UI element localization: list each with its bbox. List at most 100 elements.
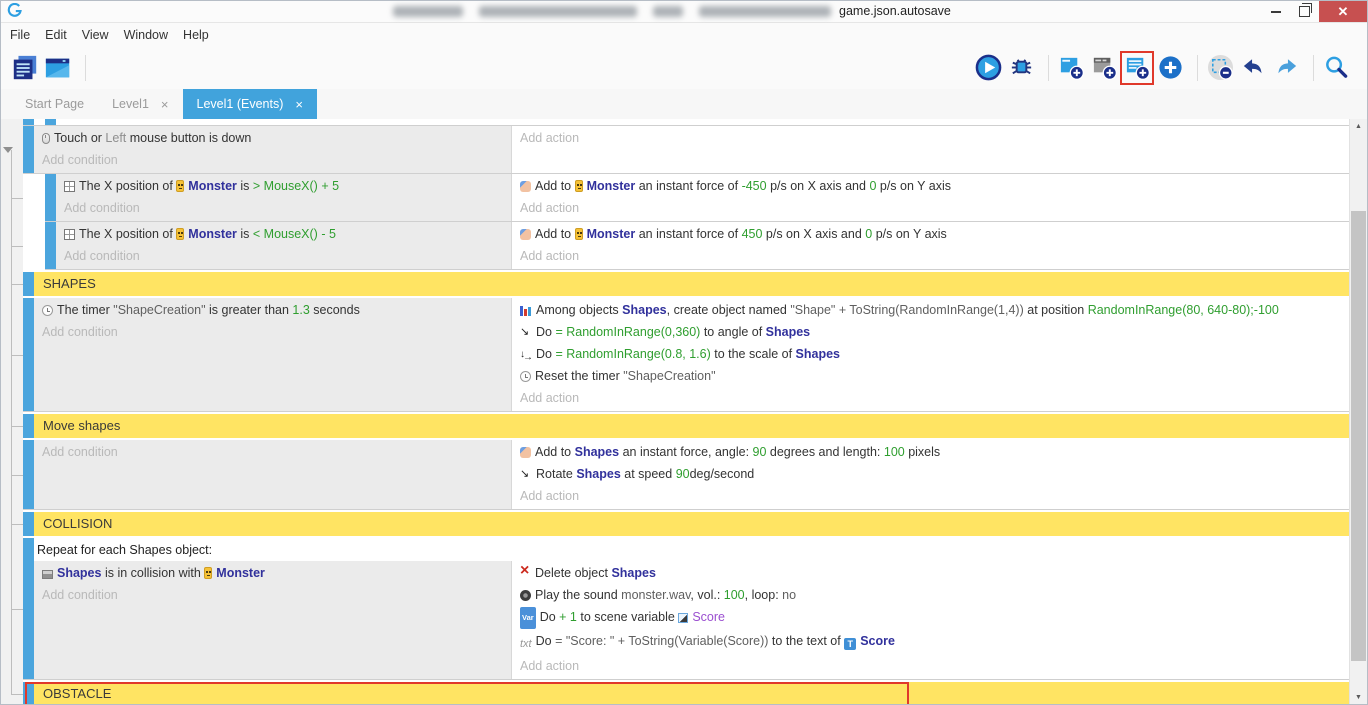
title-bar: game.json.autosave ✕ [1, 1, 1367, 23]
text-segment: 100 [884, 445, 905, 459]
condition-line[interactable]: The X position of Monster is < MouseX() … [56, 222, 511, 244]
action-line[interactable]: Play the sound monster.wav, vol.: 100, l… [512, 583, 1349, 605]
action-line[interactable]: txtDo = "Score: " + ToString(Variable(Sc… [512, 629, 1349, 654]
add-condition-button[interactable]: Add condition [34, 440, 511, 465]
event-selection-bar[interactable] [23, 682, 34, 705]
add-other-event-button[interactable] [1156, 54, 1184, 82]
action-line[interactable]: Do = RandomInRange(0,360) to angle of Sh… [512, 320, 1349, 342]
scroll-up-arrow[interactable]: ▲ [1350, 119, 1367, 134]
event-selection-bar[interactable] [23, 119, 34, 125]
text-segment: = RandomInRange(0.8, 1.6) [555, 347, 710, 361]
action-line[interactable]: Do = RandomInRange(0.8, 1.6) to the scal… [512, 342, 1349, 364]
tab-label: Level1 (Events) [197, 97, 284, 111]
action-line[interactable]: Among objects Shapes, create object name… [512, 298, 1349, 320]
collapse-arrow-icon[interactable] [3, 147, 13, 153]
text-segment: Shapes [796, 347, 840, 361]
condition-line[interactable]: Touch or Left mouse button is down [34, 126, 511, 148]
tab-start-page[interactable]: Start Page [11, 89, 98, 119]
add-comment-button[interactable] [1090, 54, 1118, 82]
condition-line[interactable]: The X position of Monster is > MouseX() … [56, 174, 511, 196]
action-line[interactable]: Delete object Shapes [512, 561, 1349, 583]
window-controls: ✕ [1261, 1, 1367, 22]
delete-event-button[interactable] [1206, 54, 1234, 82]
start-page-button[interactable] [44, 54, 72, 82]
action-line[interactable]: Reset the timer "ShapeCreation" [512, 364, 1349, 386]
play-button[interactable] [974, 54, 1002, 82]
event-selection-bar[interactable] [23, 512, 34, 536]
condition-line[interactable]: The timer "ShapeCreation" is greater tha… [34, 298, 511, 320]
close-tab-icon[interactable]: × [161, 97, 169, 112]
move-shapes-event[interactable]: Add conditionAdd to Shapes an instant fo… [23, 440, 1349, 510]
scroll-down-arrow[interactable]: ▼ [1350, 690, 1367, 705]
add-action-button[interactable]: Add action [512, 654, 1349, 679]
undo-button[interactable] [1239, 54, 1267, 82]
add-action-button[interactable]: Add action [512, 126, 1349, 151]
text-segment: , loop: [745, 588, 783, 602]
comment-cell[interactable]: SHAPES [34, 272, 1349, 296]
tab-level1-events-[interactable]: Level1 (Events) × [183, 89, 317, 119]
comment-move-shapes[interactable]: Move shapes [23, 414, 1349, 438]
add-condition-button[interactable]: Add condition [56, 244, 511, 269]
event-selection-bar[interactable] [23, 538, 34, 679]
add-action-button[interactable]: Add action [512, 244, 1349, 269]
comment-shapes[interactable]: SHAPES [23, 272, 1349, 296]
add-action-button[interactable]: Add action [512, 196, 1349, 221]
debug-button[interactable] [1007, 54, 1035, 82]
action-line[interactable]: Add to Monster an instant force of 450 p… [512, 222, 1349, 244]
add-condition-button[interactable]: Add condition [34, 148, 511, 173]
monster-move-right-event[interactable]: The X position of Monster is < MouseX() … [45, 222, 1349, 270]
event-selection-bar[interactable] [45, 222, 56, 269]
text-segment: = "Score: " + ToString(Variable(Score)) [555, 634, 768, 648]
condition-line[interactable]: Shapes is in collision with Monster [34, 561, 511, 583]
comment-obstacle[interactable]: OBSTACLE [23, 682, 1349, 705]
menu-item-file[interactable]: File [10, 28, 30, 42]
comment-cell[interactable]: COLLISION [34, 512, 1349, 536]
actions-cell: Among objects Shapes, create object name… [512, 298, 1349, 411]
add-condition-button[interactable]: Add condition [56, 196, 511, 221]
comment-cell[interactable]: OBSTACLE [34, 682, 1349, 705]
conditions-cell: The X position of Monster is > MouseX() … [56, 174, 512, 221]
redo-button[interactable] [1272, 54, 1300, 82]
comment-cell[interactable]: Move shapes [34, 414, 1349, 438]
event-selection-bar[interactable] [23, 272, 34, 296]
actions-cell: Delete object ShapesPlay the sound monst… [512, 561, 1349, 679]
add-subevent-button[interactable] [1123, 54, 1151, 82]
shape-creation-event[interactable]: The timer "ShapeCreation" is greater tha… [23, 298, 1349, 412]
mouse-button-event[interactable]: Touch or Left mouse button is downAdd co… [23, 126, 1349, 174]
add-action-button[interactable]: Add action [512, 386, 1349, 411]
menu-item-view[interactable]: View [82, 28, 109, 42]
minimize-button[interactable] [1261, 1, 1290, 22]
menu-item-window[interactable]: Window [124, 28, 168, 42]
collision-repeat-event[interactable]: Repeat for each Shapes object:Shapes is … [23, 538, 1349, 680]
event-selection-bar[interactable] [23, 298, 34, 411]
action-line[interactable]: Rotate Shapes at speed 90deg/second [512, 462, 1349, 484]
add-condition-button[interactable]: Add condition [34, 320, 511, 345]
close-tab-icon[interactable]: × [295, 97, 303, 112]
vertical-scrollbar[interactable]: ▲ ▼ [1349, 119, 1367, 705]
action-line[interactable]: VarDo + 1 to scene variable Score [512, 605, 1349, 629]
add-action-button[interactable]: Add action [512, 484, 1349, 509]
menu-item-edit[interactable]: Edit [45, 28, 67, 42]
add-condition-button[interactable]: Add condition [34, 583, 511, 608]
menu-item-help[interactable]: Help [183, 28, 209, 42]
event-selection-bar[interactable] [45, 119, 56, 125]
text-segment: is [237, 179, 253, 193]
scrollbar-thumb[interactable] [1351, 211, 1366, 661]
angle-icon [520, 468, 532, 480]
action-line[interactable]: Add to Monster an instant force of -450 … [512, 174, 1349, 196]
comment-collision[interactable]: COLLISION [23, 512, 1349, 536]
monster-move-left-event[interactable]: The X position of Monster is > MouseX() … [45, 174, 1349, 222]
project-manager-button[interactable] [11, 54, 39, 82]
event-selection-bar[interactable] [23, 126, 34, 173]
add-event-button[interactable] [1057, 54, 1085, 82]
search-button[interactable] [1322, 54, 1350, 82]
action-line[interactable]: Add to Shapes an instant force, angle: 9… [512, 440, 1349, 462]
event-selection-bar[interactable] [23, 440, 34, 509]
tab-level1[interactable]: Level1× [98, 89, 182, 119]
tree-branch-line [11, 609, 23, 610]
event-selection-bar[interactable] [23, 414, 34, 438]
restore-button[interactable] [1290, 1, 1319, 22]
close-button[interactable]: ✕ [1319, 1, 1367, 22]
event-selection-bar[interactable] [45, 174, 56, 221]
repeat-header[interactable]: Repeat for each Shapes object: [34, 538, 1349, 561]
